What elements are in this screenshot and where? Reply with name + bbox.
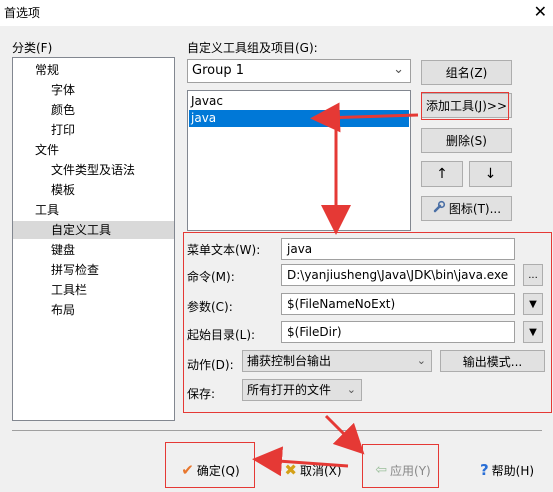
action-label: 动作(D): — [187, 358, 234, 372]
cancel-button[interactable]: ✖ 取消(X) — [277, 457, 349, 483]
title-bar: 首选项 ✕ — [0, 0, 553, 26]
wrench-icon — [432, 200, 446, 217]
delete-label: 删除(S) — [446, 134, 487, 148]
close-icon[interactable]: ✕ — [534, 2, 547, 21]
params-menu-button[interactable]: ▼ — [523, 293, 543, 315]
tree-item-layout[interactable]: 布局 — [51, 301, 75, 319]
arrow-up-icon: ↑ — [436, 166, 448, 182]
tree-item-file[interactable]: 文件 — [35, 141, 59, 159]
help-button[interactable]: ? 帮助(H) — [467, 457, 547, 483]
save-select[interactable]: 所有打开的文件 ⌄ — [242, 379, 362, 401]
arrow-down-icon: ↓ — [484, 166, 497, 182]
start-dir-input[interactable]: $(FileDir) — [281, 321, 515, 343]
save-label: 保存: — [187, 387, 216, 401]
tree-item-file-types[interactable]: 文件类型及语法 — [51, 161, 135, 179]
category-label: 分类(F) — [12, 41, 53, 55]
cancel-x-icon: ✖ — [284, 461, 297, 479]
move-down-button[interactable]: ↓ — [469, 161, 512, 187]
chevron-down-icon: ⌄ — [416, 354, 426, 367]
triangle-down-icon: ▼ — [529, 326, 537, 338]
command-label: 命令(M): — [187, 270, 235, 284]
help-label: 帮助(H) — [491, 463, 535, 478]
action-select[interactable]: 捕获控制台输出 ⌄ — [242, 350, 432, 372]
tree-item-print[interactable]: 打印 — [51, 121, 75, 139]
icon-button[interactable]: 图标(T)... — [421, 196, 512, 221]
tree-item-font[interactable]: 字体 — [51, 81, 75, 99]
tool-group-label: 自定义工具组及项目(G): — [187, 41, 318, 55]
chevron-down-icon: ⌄ — [346, 383, 356, 396]
action-value: 捕获控制台输出 — [247, 354, 332, 368]
chevron-down-icon: ⌄ — [393, 62, 404, 77]
triangle-down-icon: ▼ — [529, 298, 537, 310]
tree-item-tools[interactable]: 工具 — [35, 201, 59, 219]
window-title: 首选项 — [4, 6, 41, 20]
apply-highlight — [362, 444, 439, 488]
tree-item-templates[interactable]: 模板 — [51, 181, 75, 199]
tree-item-keyboard[interactable]: 键盘 — [51, 241, 75, 259]
browse-button[interactable]: ... — [523, 264, 543, 286]
arrow-to-apply-button — [324, 414, 365, 455]
tool-list[interactable]: Javac java — [187, 90, 411, 231]
footer-divider — [12, 430, 542, 431]
cancel-label: 取消(X) — [299, 463, 342, 478]
save-value: 所有打开的文件 — [247, 383, 332, 397]
add-tool-highlight — [421, 92, 509, 120]
tree-item-color[interactable]: 颜色 — [51, 101, 75, 119]
tree-item-general[interactable]: 常规 — [35, 61, 59, 79]
tree-item-spell-check[interactable]: 拼写检查 — [51, 261, 99, 279]
tool-list-item-javac[interactable]: Javac — [189, 93, 409, 110]
help-icon: ? — [479, 461, 489, 479]
category-tree[interactable]: 常规 字体 颜色 打印 文件 文件类型及语法 模板 工具 自定义工具 键盘 拼写… — [12, 57, 175, 421]
tool-group-select[interactable]: Group 1 ⌄ — [187, 59, 411, 83]
tree-item-custom-tools[interactable]: 自定义工具 — [13, 221, 174, 239]
preferences-dialog: 首选项 ✕ 分类(F) 常规 字体 颜色 打印 文件 文件类型及语法 模板 工具… — [0, 0, 553, 492]
tool-list-item-java[interactable]: java — [189, 110, 409, 127]
move-up-button[interactable]: ↑ — [421, 161, 463, 187]
menu-text-input[interactable]: java — [281, 238, 515, 260]
delete-button[interactable]: 删除(S) — [421, 128, 512, 153]
ok-highlight — [165, 442, 255, 488]
tree-item-toolbar[interactable]: 工具栏 — [51, 281, 87, 299]
menu-text-label: 菜单文本(W): — [187, 243, 261, 257]
output-mode-label: 输出模式... — [462, 354, 523, 369]
start-dir-label: 起始目录(L): — [187, 328, 256, 342]
group-name-button[interactable]: 组名(Z) — [421, 60, 512, 85]
params-input[interactable]: $(FileNameNoExt) — [281, 293, 515, 315]
tool-group-value: Group 1 — [192, 63, 244, 78]
command-input[interactable]: D:\yanjiusheng\Java\JDK\bin\java.exe — [281, 264, 515, 286]
icon-button-label: 图标(T)... — [448, 202, 502, 216]
start-dir-menu-button[interactable]: ▼ — [523, 321, 543, 343]
group-name-label: 组名(Z) — [445, 66, 488, 80]
params-label: 参数(C): — [187, 300, 233, 314]
output-mode-button[interactable]: 输出模式... — [440, 350, 545, 372]
